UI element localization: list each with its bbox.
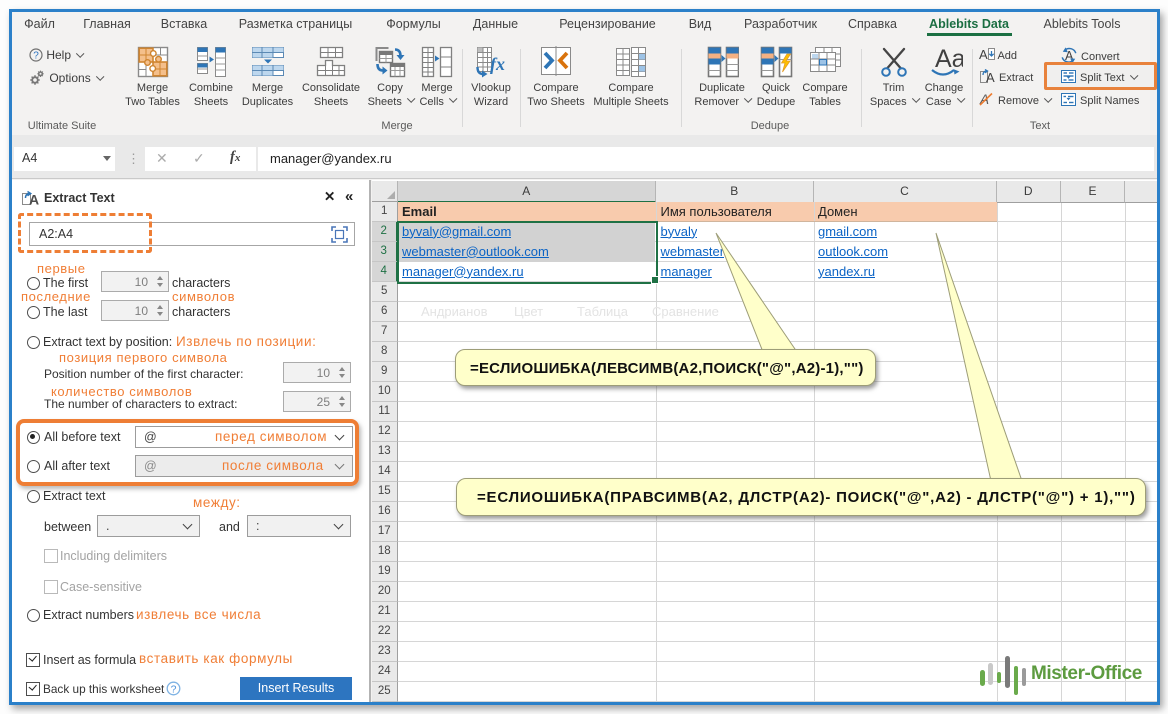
svg-text:A: A [979, 47, 988, 62]
svg-text:A: A [29, 192, 39, 207]
svg-text:A: A [986, 70, 995, 84]
svg-text:fx: fx [490, 54, 505, 74]
svg-text:Aa: Aa [935, 46, 963, 73]
svg-text:?: ? [171, 684, 177, 696]
svg-text:?: ? [33, 51, 39, 62]
